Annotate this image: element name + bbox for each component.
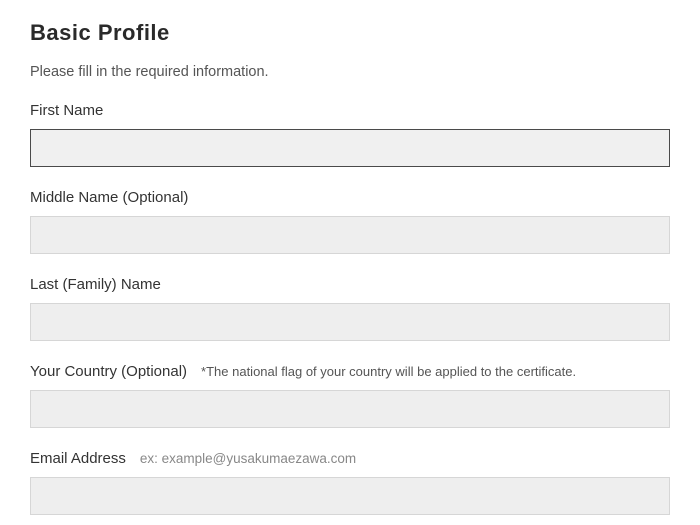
country-group: Your Country (Optional) *The national fl… [30,363,670,428]
last-name-label: Last (Family) Name [30,276,161,293]
middle-name-group: Middle Name (Optional) [30,189,670,254]
page-title: Basic Profile [30,20,670,46]
page-subtitle: Please fill in the required information. [30,64,670,80]
first-name-input[interactable] [30,129,670,167]
email-hint: ex: example@yusakumaezawa.com [140,451,356,466]
email-label: Email Address [30,450,126,467]
country-label: Your Country (Optional) [30,363,187,380]
last-name-group: Last (Family) Name [30,276,670,341]
middle-name-label: Middle Name (Optional) [30,189,188,206]
email-input[interactable] [30,477,670,515]
middle-name-input[interactable] [30,216,670,254]
country-note: *The national flag of your country will … [201,364,576,379]
first-name-label: First Name [30,102,103,119]
last-name-input[interactable] [30,303,670,341]
first-name-group: First Name [30,102,670,167]
email-group: Email Address ex: example@yusakumaezawa.… [30,450,670,515]
country-input[interactable] [30,390,670,428]
